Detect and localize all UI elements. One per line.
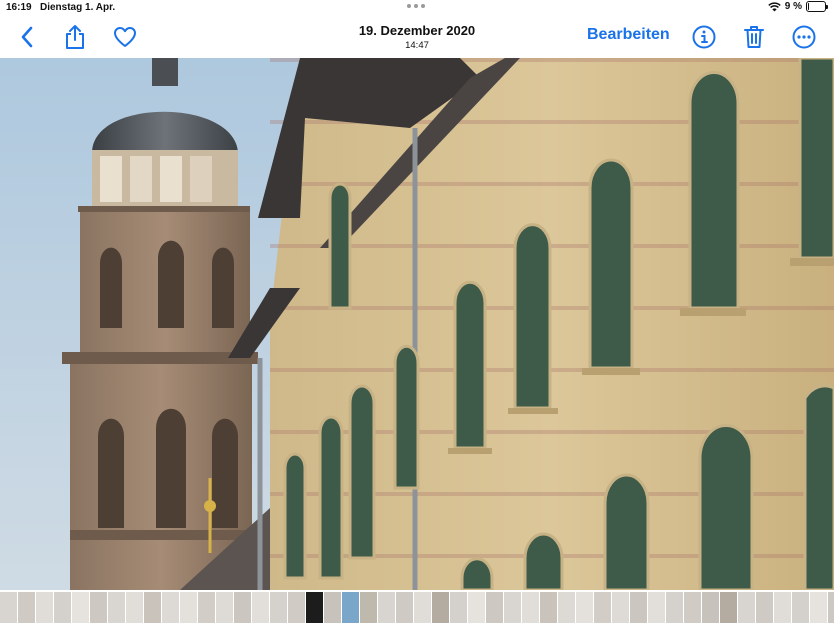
photo-thumbnail[interactable] <box>792 592 809 623</box>
photo-thumbnail[interactable] <box>738 592 755 623</box>
photo-thumbnail[interactable] <box>540 592 557 623</box>
photo-thumbnail[interactable] <box>216 592 233 623</box>
back-button[interactable] <box>12 22 42 52</box>
photo-thumbnail[interactable] <box>774 592 791 623</box>
battery-percent: 9 % <box>784 1 802 12</box>
photo-thumbnail[interactable] <box>504 592 521 623</box>
photo-thumbnail[interactable] <box>414 592 431 623</box>
photo-thumbnail[interactable] <box>684 592 701 623</box>
photo-image <box>0 58 834 590</box>
photo-thumbnail[interactable] <box>666 592 683 623</box>
photo-thumbnail[interactable] <box>144 592 161 623</box>
photo-thumbnail[interactable] <box>162 592 179 623</box>
share-button[interactable] <box>60 22 90 52</box>
photo-thumbnail[interactable] <box>324 592 341 623</box>
photo-thumbnail[interactable] <box>756 592 773 623</box>
photo-thumbnail[interactable] <box>702 592 719 623</box>
photo-toolbar: 19. Dezember 2020 14:47 Bearbeiten <box>0 16 834 58</box>
photo-thumbnail[interactable] <box>648 592 665 623</box>
photo-thumbnail[interactable] <box>90 592 107 623</box>
photo-thumbnail[interactable] <box>0 592 17 623</box>
photo-date: 19. Dezember 2020 <box>358 23 476 38</box>
photo-thumbnail[interactable] <box>378 592 395 623</box>
ellipsis-circle-icon <box>792 25 816 49</box>
photo-thumbnail[interactable] <box>306 592 323 623</box>
photo-thumbnail[interactable] <box>810 592 827 623</box>
trash-icon <box>744 26 764 48</box>
photo-thumbnail[interactable] <box>108 592 125 623</box>
photo-title: 19. Dezember 2020 14:47 <box>317 23 517 51</box>
photo-thumbnail[interactable] <box>234 592 251 623</box>
photo-thumbnail[interactable] <box>396 592 413 623</box>
photo-viewer[interactable] <box>0 58 834 590</box>
photo-thumbnail[interactable] <box>342 592 359 623</box>
photo-thumbnail[interactable] <box>558 592 575 623</box>
info-icon <box>692 25 716 49</box>
status-date: Dienstag 1. Apr. <box>40 2 116 13</box>
photo-thumbnail[interactable] <box>288 592 305 623</box>
photo-thumbnail[interactable] <box>360 592 377 623</box>
share-icon <box>66 25 84 49</box>
thumbnail-list <box>0 592 834 623</box>
photo-thumbnail[interactable] <box>450 592 467 623</box>
status-indicators: 9 % <box>768 1 828 12</box>
photo-thumbnail[interactable] <box>198 592 215 623</box>
heart-icon <box>114 27 136 47</box>
multitasking-dots-icon[interactable] <box>407 4 425 8</box>
photo-thumbnail[interactable] <box>576 592 593 623</box>
photo-thumbnail[interactable] <box>72 592 89 623</box>
photo-thumbnail[interactable] <box>432 592 449 623</box>
status-bar: 16:19 Dienstag 1. Apr. 9 % <box>0 0 834 16</box>
photo-thumbnail[interactable] <box>270 592 287 623</box>
battery-level <box>808 3 809 10</box>
photo-thumbnail[interactable] <box>828 592 834 623</box>
photo-thumbnail[interactable] <box>630 592 647 623</box>
wifi-icon <box>768 1 781 11</box>
photo-thumbnail[interactable] <box>126 592 143 623</box>
photo-time: 14:47 <box>405 40 429 51</box>
photo-thumbnail[interactable] <box>612 592 629 623</box>
info-button[interactable] <box>689 22 719 52</box>
photo-thumbnail[interactable] <box>54 592 71 623</box>
thumbnail-strip <box>0 590 834 626</box>
photo-thumbnail[interactable] <box>252 592 269 623</box>
photo-thumbnail[interactable] <box>486 592 503 623</box>
photo-thumbnail[interactable] <box>720 592 737 623</box>
photo-thumbnail[interactable] <box>180 592 197 623</box>
photo-thumbnail[interactable] <box>594 592 611 623</box>
photo-thumbnail[interactable] <box>522 592 539 623</box>
photo-thumbnail[interactable] <box>36 592 53 623</box>
chevron-left-icon <box>21 26 33 48</box>
battery-icon <box>806 1 828 12</box>
status-time: 16:19 <box>6 2 32 13</box>
favorite-button[interactable] <box>110 22 140 52</box>
edit-button[interactable]: Bearbeiten <box>587 26 670 44</box>
photo-thumbnail[interactable] <box>18 592 35 623</box>
photo-thumbnail[interactable] <box>468 592 485 623</box>
more-button[interactable] <box>789 22 819 52</box>
delete-button[interactable] <box>739 22 769 52</box>
